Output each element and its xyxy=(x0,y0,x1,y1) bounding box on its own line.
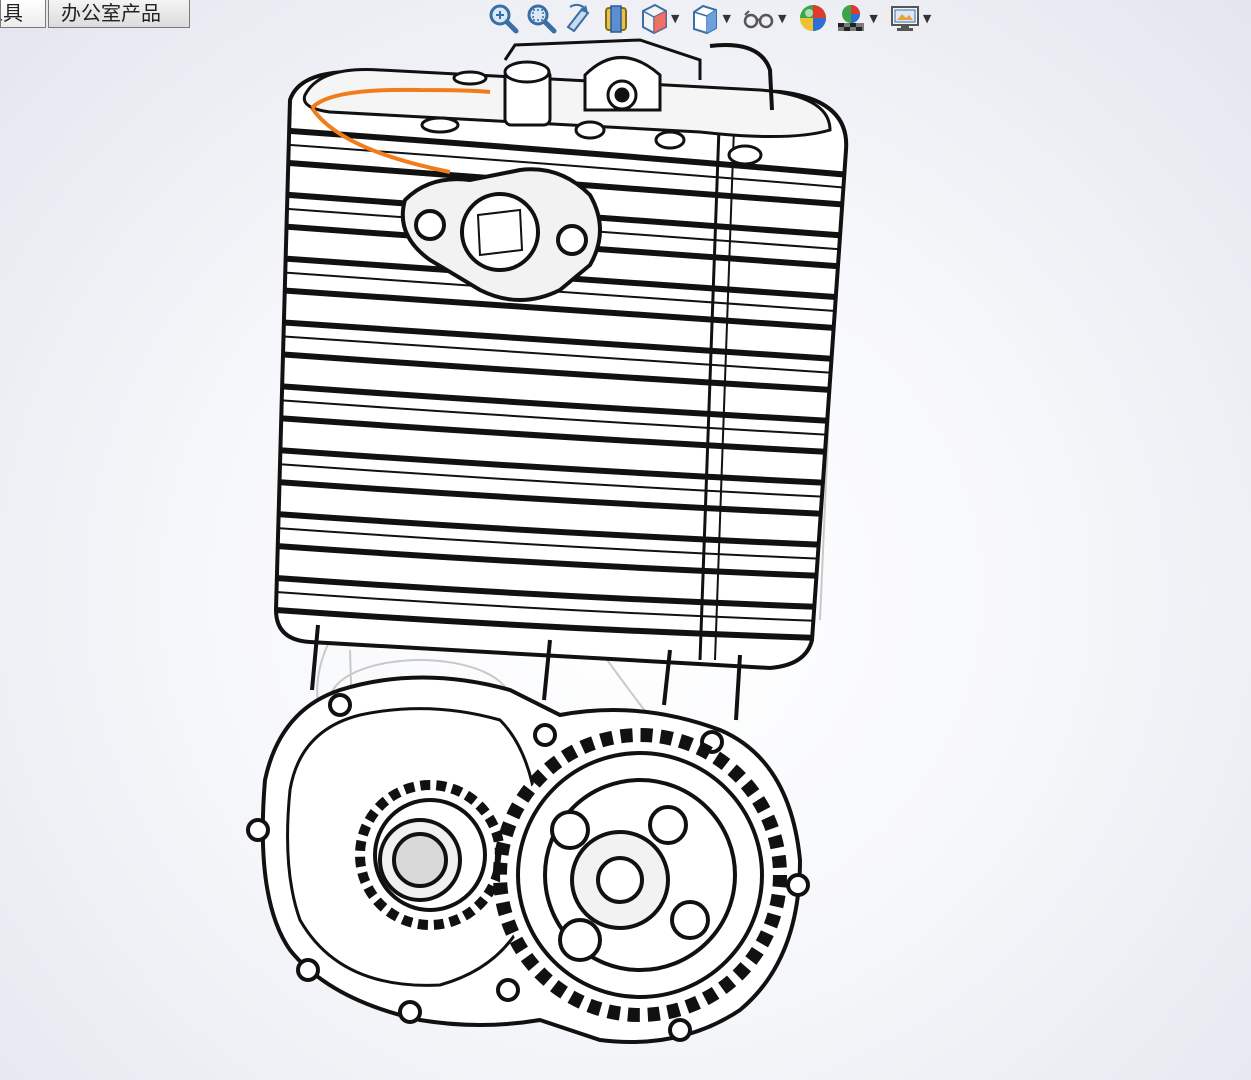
tab-office-products[interactable]: 办公室产品 xyxy=(48,0,190,28)
section-view-icon xyxy=(605,5,627,33)
view-orientation-dropdown-icon[interactable]: ▼ xyxy=(671,12,679,25)
command-manager-tabs: 工具 办公室产品 xyxy=(0,0,190,30)
zoom-to-area-icon xyxy=(527,4,557,34)
tab-office-products-label: 办公室产品 xyxy=(61,1,161,25)
crank-gear xyxy=(493,728,787,1022)
zoom-to-fit-icon xyxy=(489,4,519,34)
engine-model[interactable] xyxy=(246,38,850,1044)
previous-view-icon xyxy=(566,3,590,33)
hide-show-items-button[interactable]: ▼ xyxy=(741,1,792,35)
apply-scene-dropdown-icon[interactable]: ▼ xyxy=(869,12,877,25)
view-orientation-button[interactable]: ▼ xyxy=(638,1,685,35)
view-settings-button[interactable]: ▼ xyxy=(888,1,937,35)
tab-tools[interactable]: 工具 xyxy=(0,0,46,28)
zoom-to-fit-button[interactable] xyxy=(486,1,520,35)
hide-show-items-dropdown-icon[interactable]: ▼ xyxy=(778,12,786,25)
view-settings-icon xyxy=(890,6,919,31)
hide-show-items-icon xyxy=(743,10,774,29)
display-style-button[interactable]: ▼ xyxy=(689,1,736,35)
display-style-icon xyxy=(693,4,718,35)
graphics-area[interactable] xyxy=(0,0,1251,1080)
view-orientation-icon xyxy=(642,3,667,35)
previous-view-button[interactable] xyxy=(562,1,596,35)
display-style-dropdown-icon[interactable]: ▼ xyxy=(722,12,730,25)
edit-appearance-button[interactable] xyxy=(796,1,830,35)
view-settings-dropdown-icon[interactable]: ▼ xyxy=(923,12,931,25)
edit-appearance-icon xyxy=(800,5,827,31)
tab-tools-label: 工具 xyxy=(1,1,23,25)
apply-scene-icon xyxy=(838,5,865,31)
apply-scene-button[interactable]: ▼ xyxy=(834,1,883,35)
pinion-gear xyxy=(355,780,505,930)
zoom-to-area-button[interactable] xyxy=(524,1,558,35)
section-view-button[interactable] xyxy=(600,1,634,35)
cylinder-fins xyxy=(273,68,849,671)
heads-up-view-toolbar: ▼ ▼ ▼ ▼ ▼ xyxy=(486,0,937,36)
